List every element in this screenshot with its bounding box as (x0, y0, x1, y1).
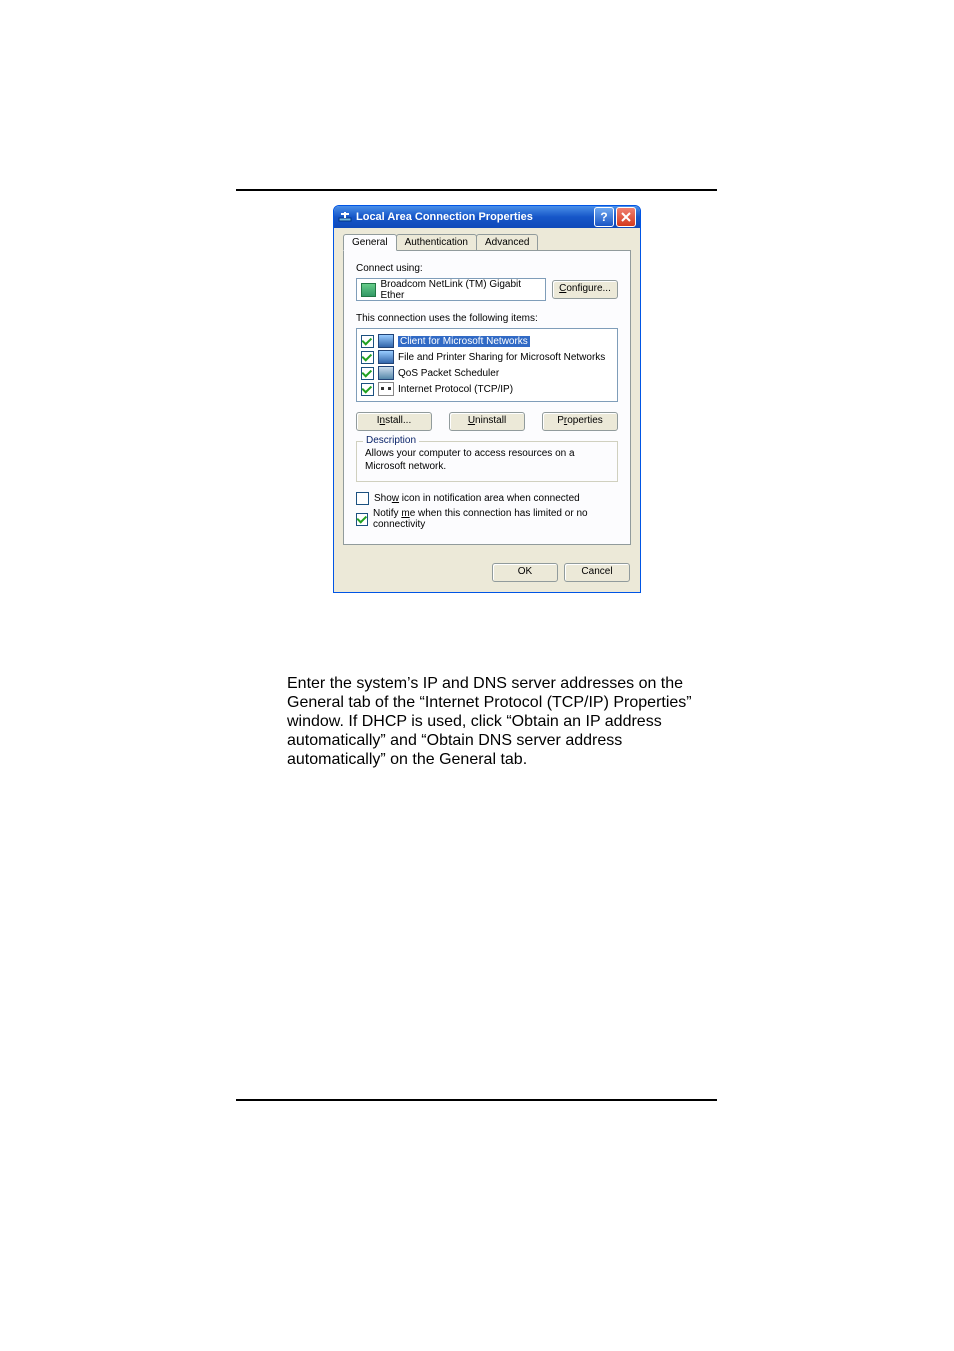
items-listbox[interactable]: Client for Microsoft Networks File and P… (356, 328, 618, 402)
checkbox-icon[interactable] (361, 351, 374, 364)
close-button[interactable] (616, 207, 636, 227)
install-button[interactable]: Install... (356, 412, 432, 431)
adapter-name: Broadcom NetLink (TM) Gigabit Ether (380, 279, 541, 301)
item-label: Client for Microsoft Networks (398, 336, 530, 347)
checkbox-icon[interactable] (356, 513, 368, 526)
checkbox-icon[interactable] (356, 492, 369, 505)
tcp-icon (378, 382, 394, 396)
description-text: Allows your computer to access resources… (365, 448, 609, 473)
item-label: Internet Protocol (TCP/IP) (398, 384, 513, 395)
configure-button[interactable]: Configure... (552, 280, 618, 299)
items-label: This connection uses the following items… (356, 313, 618, 324)
uninstall-button[interactable]: Uninstall (449, 412, 525, 431)
tab-panel-general: Connect using: Broadcom NetLink (TM) Gig… (343, 250, 631, 545)
document-paragraph: Enter the system’s IP and DNS server add… (287, 675, 717, 769)
adapter-field[interactable]: Broadcom NetLink (TM) Gigabit Ether (356, 278, 546, 301)
checkbox-label: Notify me when this connection has limit… (373, 508, 618, 530)
description-groupbox: Description Allows your computer to acce… (356, 441, 618, 482)
dialog-title: Local Area Connection Properties (356, 211, 594, 223)
tab-authentication[interactable]: Authentication (396, 234, 477, 250)
tab-general[interactable]: General (343, 234, 397, 251)
item-label: File and Printer Sharing for Microsoft N… (398, 352, 605, 363)
cancel-button[interactable]: Cancel (564, 563, 630, 582)
share-icon (378, 350, 394, 364)
checkbox-icon[interactable] (361, 383, 374, 396)
qos-icon (378, 366, 394, 380)
tab-strip: General Authentication Advanced (343, 234, 631, 250)
horizontal-rule (236, 189, 717, 191)
title-bar[interactable]: Local Area Connection Properties ? (334, 206, 640, 228)
notify-checkbox[interactable]: Notify me when this connection has limit… (356, 508, 618, 530)
ok-button[interactable]: OK (492, 563, 558, 582)
list-item[interactable]: Internet Protocol (TCP/IP) (361, 381, 613, 397)
connection-properties-dialog: Local Area Connection Properties ? Gener… (333, 205, 641, 593)
tab-advanced[interactable]: Advanced (476, 234, 538, 250)
list-item[interactable]: File and Printer Sharing for Microsoft N… (361, 349, 613, 365)
horizontal-rule (236, 1099, 717, 1101)
connect-using-label: Connect using: (356, 263, 618, 274)
dialog-button-row: OK Cancel (334, 555, 640, 592)
checkbox-label: Show icon in notification area when conn… (374, 493, 580, 504)
nic-icon (361, 283, 376, 297)
help-button[interactable]: ? (594, 207, 614, 227)
list-item[interactable]: Client for Microsoft Networks (361, 333, 613, 349)
show-icon-checkbox[interactable]: Show icon in notification area when conn… (356, 492, 618, 505)
client-icon (378, 334, 394, 348)
properties-button[interactable]: Properties (542, 412, 618, 431)
list-item[interactable]: QoS Packet Scheduler (361, 365, 613, 381)
item-label: QoS Packet Scheduler (398, 368, 499, 379)
connection-icon (338, 210, 352, 224)
checkbox-icon[interactable] (361, 367, 374, 380)
description-legend: Description (363, 435, 419, 446)
checkbox-icon[interactable] (361, 335, 374, 348)
